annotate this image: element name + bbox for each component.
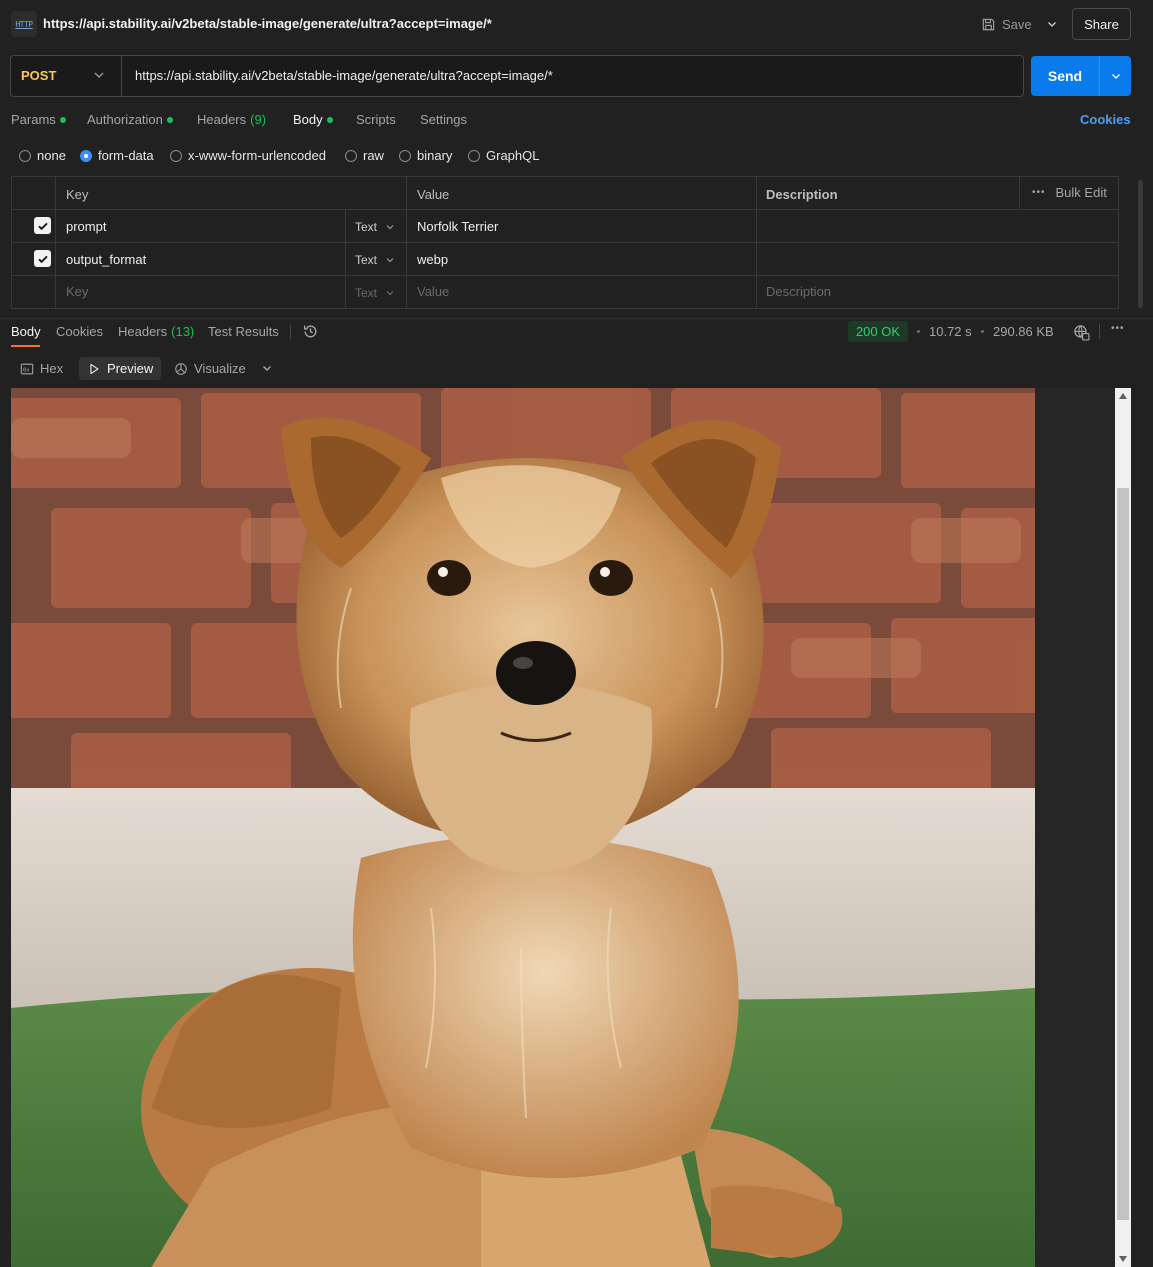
response-tab-cookies[interactable]: Cookies <box>56 324 103 339</box>
tab-params[interactable]: Params <box>11 112 66 127</box>
row-checkbox[interactable] <box>34 250 51 267</box>
bulk-edit-button[interactable]: ••• Bulk Edit <box>1032 185 1107 200</box>
save-response-icon[interactable] <box>1073 324 1090 341</box>
key-input[interactable]: Key <box>66 284 88 299</box>
key-cell[interactable]: prompt <box>66 219 106 234</box>
radio-x-www-form-urlencoded[interactable]: x-www-form-urlencoded <box>170 148 326 163</box>
request-title[interactable]: https://api.stability.ai/v2beta/stable-i… <box>43 16 492 31</box>
cookies-link[interactable]: Cookies <box>1080 112 1131 127</box>
checkmark-icon <box>37 222 48 230</box>
radio-circle-selected <box>80 149 92 162</box>
status-dot <box>59 116 66 123</box>
svg-text:0x: 0x <box>23 367 30 373</box>
divider <box>121 56 122 96</box>
radio-circle <box>170 149 182 162</box>
hex-icon: 0x <box>20 363 34 374</box>
value-input[interactable]: Value <box>417 284 449 299</box>
url-input[interactable]: https://api.stability.ai/v2beta/stable-i… <box>135 68 553 83</box>
active-tab-indicator <box>11 345 40 347</box>
value-cell[interactable]: webp <box>417 252 448 267</box>
radio-graphql[interactable]: GraphQL <box>468 148 539 163</box>
tab-authorization[interactable]: Authorization <box>87 112 173 127</box>
scroll-up-arrow-icon[interactable] <box>1117 390 1129 402</box>
checkmark-icon <box>37 255 48 263</box>
separator-dot <box>917 330 920 333</box>
radio-raw[interactable]: raw <box>345 148 384 163</box>
description-input[interactable]: Description <box>766 284 831 299</box>
column-header-value: Value <box>417 187 450 202</box>
http-icon: HTTP <box>11 11 37 37</box>
request-scrollbar[interactable] <box>1138 180 1143 308</box>
url-bar: POST https://api.stability.ai/v2beta/sta… <box>10 55 1024 97</box>
response-size[interactable]: 290.86 KB <box>993 324 1054 339</box>
history-icon[interactable] <box>302 323 319 340</box>
type-select[interactable]: Text <box>355 220 395 234</box>
hex-button[interactable]: 0x Hex <box>12 357 71 380</box>
chevron-down-icon <box>1111 74 1120 79</box>
visualize-button[interactable]: Visualize <box>166 357 254 380</box>
column-header-key: Key <box>66 187 89 202</box>
status-badge[interactable]: 200 OK <box>848 321 908 342</box>
radio-none[interactable]: none <box>19 148 66 163</box>
dog-photo <box>11 388 1035 1267</box>
save-options-button[interactable] <box>1042 13 1062 35</box>
preview-background <box>1035 388 1115 1267</box>
row-checkbox[interactable] <box>34 217 51 234</box>
divider <box>290 325 291 339</box>
tab-body[interactable]: Body <box>293 112 333 127</box>
key-cell[interactable]: output_format <box>66 252 146 267</box>
chevron-down-icon <box>386 258 394 263</box>
column-header-description: Description <box>766 187 838 202</box>
chevron-down-icon[interactable] <box>261 362 273 374</box>
tab-settings[interactable]: Settings <box>420 112 467 127</box>
response-image-preview <box>11 388 1035 1267</box>
save-icon <box>982 18 995 30</box>
chevron-down-icon <box>1048 22 1056 27</box>
response-tab-body[interactable]: Body <box>11 324 41 339</box>
save-button[interactable]: Save <box>981 13 1032 35</box>
send-button[interactable]: Send <box>1031 56 1099 96</box>
chevron-down-icon <box>386 225 394 230</box>
response-time[interactable]: 10.72 s <box>929 324 972 339</box>
tab-scripts[interactable]: Scripts <box>356 112 396 127</box>
radio-circle <box>468 149 480 162</box>
share-button[interactable]: Share <box>1072 8 1131 40</box>
method-select[interactable]: POST <box>21 68 56 83</box>
radio-binary[interactable]: binary <box>399 148 452 163</box>
radio-circle <box>399 149 411 162</box>
type-select[interactable]: Text <box>355 253 395 267</box>
response-scrollbar-thumb[interactable] <box>1117 488 1129 1220</box>
save-label: Save <box>1002 16 1032 32</box>
radio-form-data[interactable]: form-data <box>80 148 154 163</box>
type-select[interactable]: Text <box>355 286 395 300</box>
radio-circle <box>19 149 31 162</box>
response-tab-test-results[interactable]: Test Results <box>208 324 279 339</box>
value-cell[interactable]: Norfolk Terrier <box>417 219 498 234</box>
tab-header: HTTP https://api.stability.ai/v2beta/sta… <box>0 0 1153 48</box>
chevron-down-icon <box>386 291 394 296</box>
divider <box>1099 324 1100 339</box>
form-data-table: Key Value Description ••• Bulk Edit prom… <box>11 176 1119 309</box>
pane-divider[interactable] <box>0 318 1153 319</box>
more-options-icon[interactable]: ••• <box>1111 323 1125 334</box>
more-icon: ••• <box>1032 187 1046 198</box>
visualize-icon <box>175 362 187 375</box>
tab-headers[interactable]: Headers (9) <box>197 112 266 127</box>
radio-circle <box>345 149 357 162</box>
play-icon <box>90 363 99 374</box>
scroll-down-arrow-icon[interactable] <box>1117 1253 1129 1265</box>
chevron-down-icon[interactable] <box>91 67 107 83</box>
separator-dot <box>981 330 984 333</box>
preview-button[interactable]: Preview <box>79 357 162 380</box>
response-tab-headers[interactable]: Headers (13) <box>118 324 194 339</box>
send-options-button[interactable] <box>1099 56 1131 96</box>
status-dot <box>166 116 173 123</box>
status-dot <box>326 116 333 123</box>
